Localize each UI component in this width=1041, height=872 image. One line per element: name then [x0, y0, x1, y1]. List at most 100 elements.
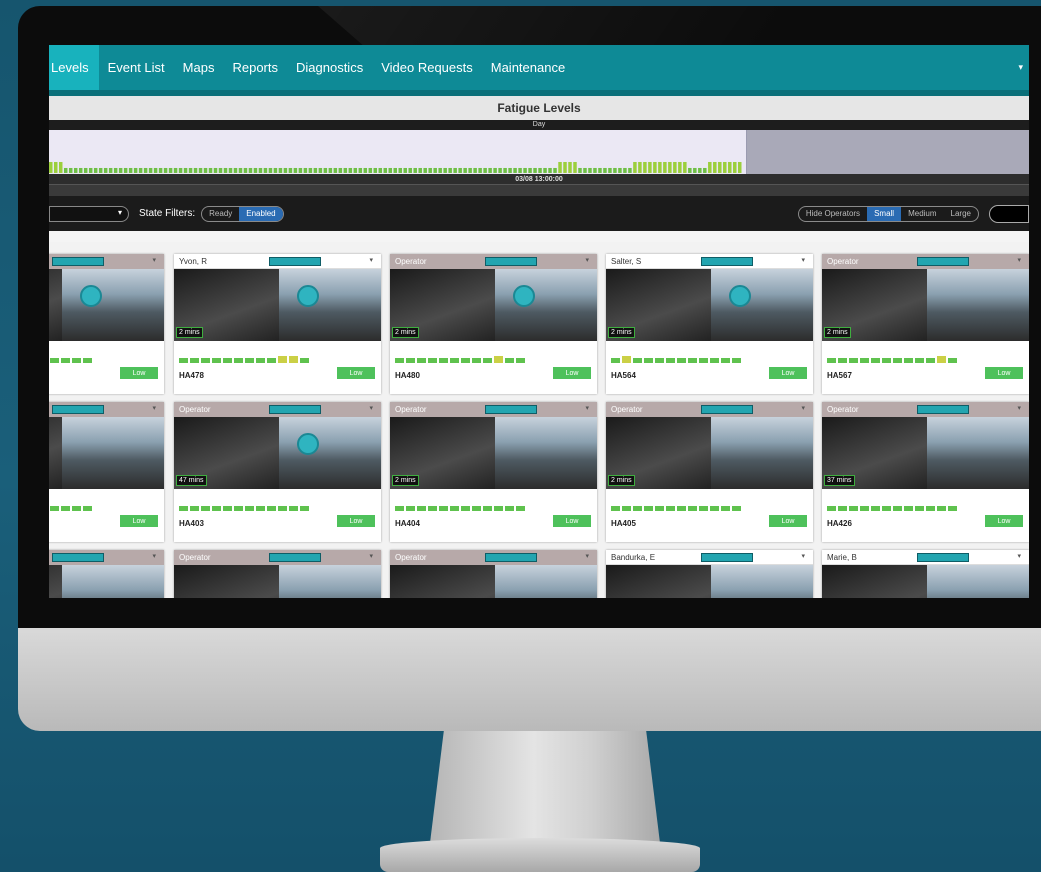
road-camera-image[interactable]	[279, 269, 381, 341]
chevron-down-icon[interactable]: ▾	[152, 552, 156, 560]
operator-card[interactable]: Operator ▾ 2 mins HA567 Low	[822, 254, 1029, 394]
road-camera-image[interactable]	[62, 565, 164, 598]
tab-event-list[interactable]: Event List	[99, 45, 174, 90]
toggle-control[interactable]	[989, 204, 1029, 223]
chevron-down-icon[interactable]: ▾	[369, 256, 373, 264]
cabin-camera-image[interactable]: 37 mins	[822, 417, 927, 489]
size-large-button[interactable]: Large	[944, 207, 978, 221]
camera-feeds[interactable]	[822, 565, 1029, 598]
cabin-camera-image[interactable]: 2 mins	[606, 269, 711, 341]
operator-card[interactable]: Operator ▾	[174, 550, 381, 598]
chevron-down-icon[interactable]: ▾	[801, 552, 805, 560]
cabin-camera-image[interactable]: 2 mins	[174, 269, 279, 341]
fatigue-timeline[interactable]: Day 03/08 13:00:00	[49, 120, 1029, 196]
camera-feeds[interactable]	[174, 565, 381, 598]
tab-maps[interactable]: Maps	[174, 45, 224, 90]
hide-operators-button[interactable]: Hide Operators	[799, 207, 867, 221]
chevron-down-icon[interactable]: ▾	[585, 552, 589, 560]
road-camera-image[interactable]	[495, 417, 597, 489]
operator-card[interactable]: Operator ▾	[390, 550, 597, 598]
road-camera-image[interactable]	[62, 417, 164, 489]
cabin-camera-image[interactable]: 2 mins	[390, 417, 495, 489]
camera-feeds[interactable]: 2 mins	[390, 417, 597, 489]
operator-card[interactable]: ▾	[49, 550, 164, 598]
camera-feeds[interactable]: 2 mins	[174, 269, 381, 341]
operator-card[interactable]: Operator ▾ 2 mins HA404 Low	[390, 402, 597, 542]
camera-feeds[interactable]: 2 mins	[606, 269, 813, 341]
camera-feeds[interactable]: 37 mins	[822, 417, 1029, 489]
operator-card[interactable]: ▾ Low	[49, 402, 164, 542]
chevron-down-icon[interactable]: ▾	[585, 404, 589, 412]
vehicle-group-select[interactable]: ▾	[49, 205, 129, 222]
operator-card[interactable]: Operator ▾ 2 mins HA480 Low	[390, 254, 597, 394]
camera-feeds[interactable]: 47 mins	[174, 417, 381, 489]
road-camera-image[interactable]	[711, 269, 813, 341]
play-marker-icon[interactable]	[297, 285, 319, 307]
road-camera-image[interactable]	[495, 565, 597, 598]
camera-feeds[interactable]	[49, 565, 164, 598]
operator-card[interactable]: ▾ Low	[49, 254, 164, 394]
camera-feeds[interactable]: 2 mins	[606, 417, 813, 489]
road-camera-image[interactable]	[927, 565, 1029, 598]
play-marker-icon[interactable]	[80, 285, 102, 307]
timeline-plot[interactable]	[49, 130, 747, 174]
cabin-camera-image[interactable]	[49, 565, 62, 598]
cabin-camera-image[interactable]	[174, 565, 279, 598]
play-marker-icon[interactable]	[297, 433, 319, 455]
cabin-camera-image[interactable]: 47 mins	[174, 417, 279, 489]
chevron-down-icon[interactable]: ▾	[801, 404, 805, 412]
size-small-button[interactable]: Small	[867, 206, 902, 221]
tab-video-requests[interactable]: Video Requests	[372, 45, 482, 90]
camera-feeds[interactable]: 2 mins	[390, 269, 597, 341]
road-camera-image[interactable]	[711, 417, 813, 489]
cabin-camera-image[interactable]: 2 mins	[606, 417, 711, 489]
road-camera-image[interactable]	[279, 565, 381, 598]
size-medium-button[interactable]: Medium	[901, 207, 943, 221]
road-camera-image[interactable]	[62, 269, 164, 341]
operator-card[interactable]: Operator ▾ 37 mins HA426 Low	[822, 402, 1029, 542]
cabin-camera-image[interactable]	[822, 565, 927, 598]
tab-diagnostics[interactable]: Diagnostics	[287, 45, 372, 90]
operator-card[interactable]: Salter, S ▾ 2 mins HA564 Low	[606, 254, 813, 394]
chevron-down-icon[interactable]: ▾	[585, 256, 589, 264]
camera-feeds[interactable]: 2 mins	[822, 269, 1029, 341]
camera-feeds[interactable]	[390, 565, 597, 598]
operator-card[interactable]: Bandurka, E ▾	[606, 550, 813, 598]
road-camera-image[interactable]	[927, 269, 1029, 341]
cabin-camera-image[interactable]: 2 mins	[822, 269, 927, 341]
operator-card[interactable]: Operator ▾ 47 mins HA403 Low	[174, 402, 381, 542]
chevron-down-icon[interactable]: ▾	[1018, 62, 1023, 73]
chevron-down-icon[interactable]: ▾	[1017, 404, 1021, 412]
timeline-bar	[58, 161, 63, 173]
play-marker-icon[interactable]	[513, 285, 535, 307]
cabin-camera-image[interactable]	[606, 565, 711, 598]
camera-feeds[interactable]	[606, 565, 813, 598]
operator-card[interactable]: Yvon, R ▾ 2 mins HA478 Low	[174, 254, 381, 394]
operator-card[interactable]: Marie, B ▾	[822, 550, 1029, 598]
operator-card[interactable]: Operator ▾ 2 mins HA405 Low	[606, 402, 813, 542]
cabin-camera-image[interactable]	[49, 269, 62, 341]
chevron-down-icon[interactable]: ▾	[152, 256, 156, 264]
tab-levels[interactable]: Levels	[49, 45, 99, 90]
chevron-down-icon[interactable]: ▾	[1017, 256, 1021, 264]
filter-enabled[interactable]: Enabled	[239, 206, 283, 221]
play-marker-icon[interactable]	[729, 285, 751, 307]
chevron-down-icon[interactable]: ▾	[369, 404, 373, 412]
tab-reports[interactable]: Reports	[223, 45, 287, 90]
road-camera-image[interactable]	[927, 417, 1029, 489]
filter-ready[interactable]: Ready	[202, 207, 239, 221]
cabin-camera-image[interactable]	[390, 565, 495, 598]
chevron-down-icon[interactable]: ▾	[369, 552, 373, 560]
camera-feeds[interactable]	[49, 417, 164, 489]
cabin-camera-image[interactable]	[49, 417, 62, 489]
road-camera-image[interactable]	[711, 565, 813, 598]
chevron-down-icon[interactable]: ▾	[801, 256, 805, 264]
chevron-down-icon[interactable]: ▾	[152, 404, 156, 412]
chevron-down-icon[interactable]: ▾	[1017, 552, 1021, 560]
camera-feeds[interactable]	[49, 269, 164, 341]
cabin-camera-image[interactable]: 2 mins	[390, 269, 495, 341]
road-camera-image[interactable]	[279, 417, 381, 489]
road-camera-image[interactable]	[495, 269, 597, 341]
timeline-scrollbar[interactable]	[49, 184, 1029, 196]
tab-maintenance[interactable]: Maintenance	[482, 45, 574, 90]
